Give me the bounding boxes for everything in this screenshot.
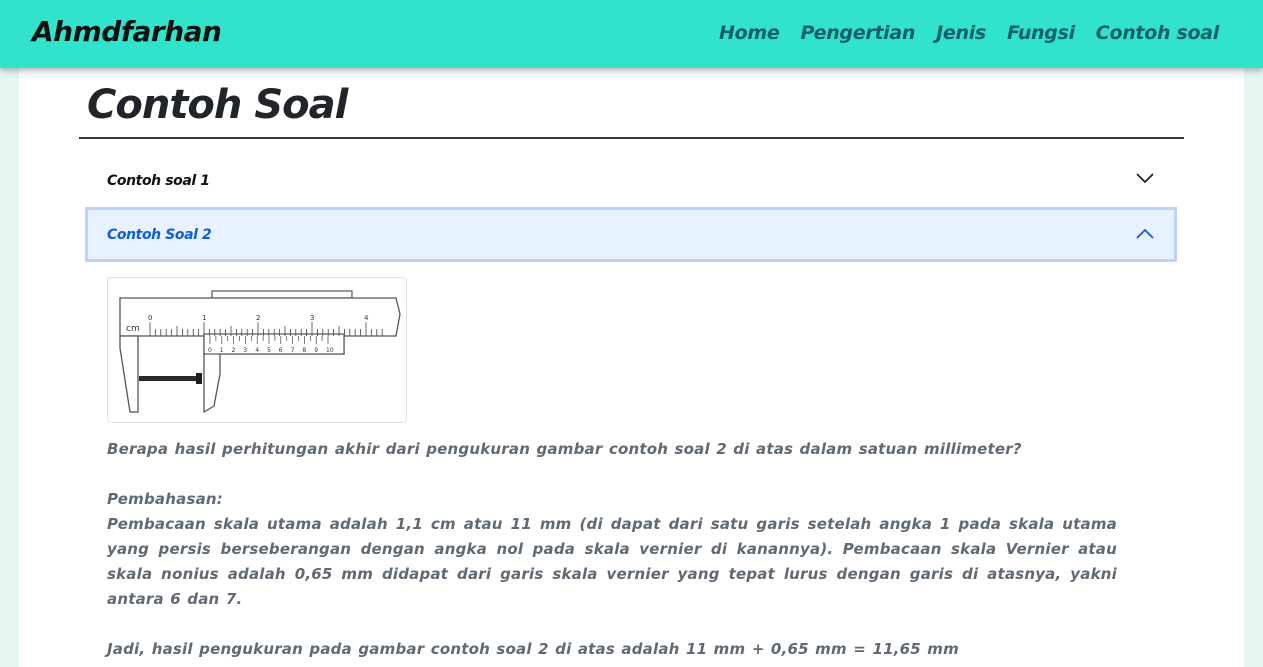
vernier-scale-label: 5 — [267, 347, 271, 354]
accordion-label: Contoh soal 1 — [107, 173, 210, 189]
page-title: Contoh Soal — [87, 82, 348, 128]
main-scale-unit: cm — [126, 324, 140, 334]
vernier-scale-label: 3 — [243, 347, 247, 354]
main-scale-label: 3 — [310, 314, 314, 322]
nav-link-home[interactable]: Home — [719, 22, 780, 44]
pembahasan-heading: Pembahasan: — [107, 490, 223, 508]
vernier-scale-label: 0 — [208, 347, 212, 354]
nav-links: Home Pengertian Jenis Fungsi Contoh soal — [719, 22, 1219, 44]
vernier-caliper-image: cm 01234 0 1 2 3 4 5 6 7 8 9 10 — [107, 277, 407, 423]
nav-link-contoh-soal[interactable]: Contoh soal — [1096, 22, 1220, 44]
chevron-up-icon — [1136, 228, 1154, 239]
nav-link-jenis[interactable]: Jenis — [936, 22, 986, 44]
accordion-item-contoh-soal-2[interactable]: Contoh Soal 2 — [85, 207, 1177, 262]
vernier-scale-label: 6 — [279, 347, 283, 354]
title-divider — [79, 137, 1184, 139]
main-content: Contoh Soal Contoh soal 1 Contoh Soal 2 — [19, 68, 1244, 667]
question-text: Berapa hasil perhitungan akhir dari peng… — [107, 440, 1022, 458]
accordion-label: Contoh Soal 2 — [107, 226, 212, 243]
vernier-scale-label: 7 — [291, 347, 295, 354]
nav-link-pengertian[interactable]: Pengertian — [801, 22, 916, 44]
brand-logo[interactable]: Ahmdfarhan — [32, 15, 222, 48]
vernier-scale-label: 4 — [255, 347, 259, 354]
nav-link-fungsi[interactable]: Fungsi — [1007, 22, 1075, 44]
main-scale-label: 0 — [148, 314, 152, 322]
vernier-scale-label: 8 — [302, 347, 306, 354]
vernier-caliper-drawing: cm 01234 0 1 2 3 4 5 6 7 8 9 10 — [119, 290, 401, 414]
pembahasan-body: Pembacaan skala utama adalah 1,1 cm atau… — [107, 515, 1117, 608]
main-scale-label: 1 — [202, 314, 206, 322]
navbar: Ahmdfarhan Home Pengertian Jenis Fungsi … — [0, 0, 1263, 68]
vernier-scale-label: 10 — [326, 347, 334, 354]
vernier-scale-label: 9 — [314, 347, 318, 354]
vernier-scale-label: 2 — [232, 347, 236, 354]
vernier-scale-label: 1 — [220, 347, 224, 354]
conclusion-text: Jadi, hasil pengukuran pada gambar conto… — [107, 640, 959, 658]
chevron-down-icon — [1136, 173, 1154, 184]
main-scale-label: 2 — [256, 314, 260, 322]
main-scale-label: 4 — [364, 314, 369, 322]
accordion-item-contoh-soal-1[interactable]: Contoh soal 1 — [85, 154, 1177, 209]
